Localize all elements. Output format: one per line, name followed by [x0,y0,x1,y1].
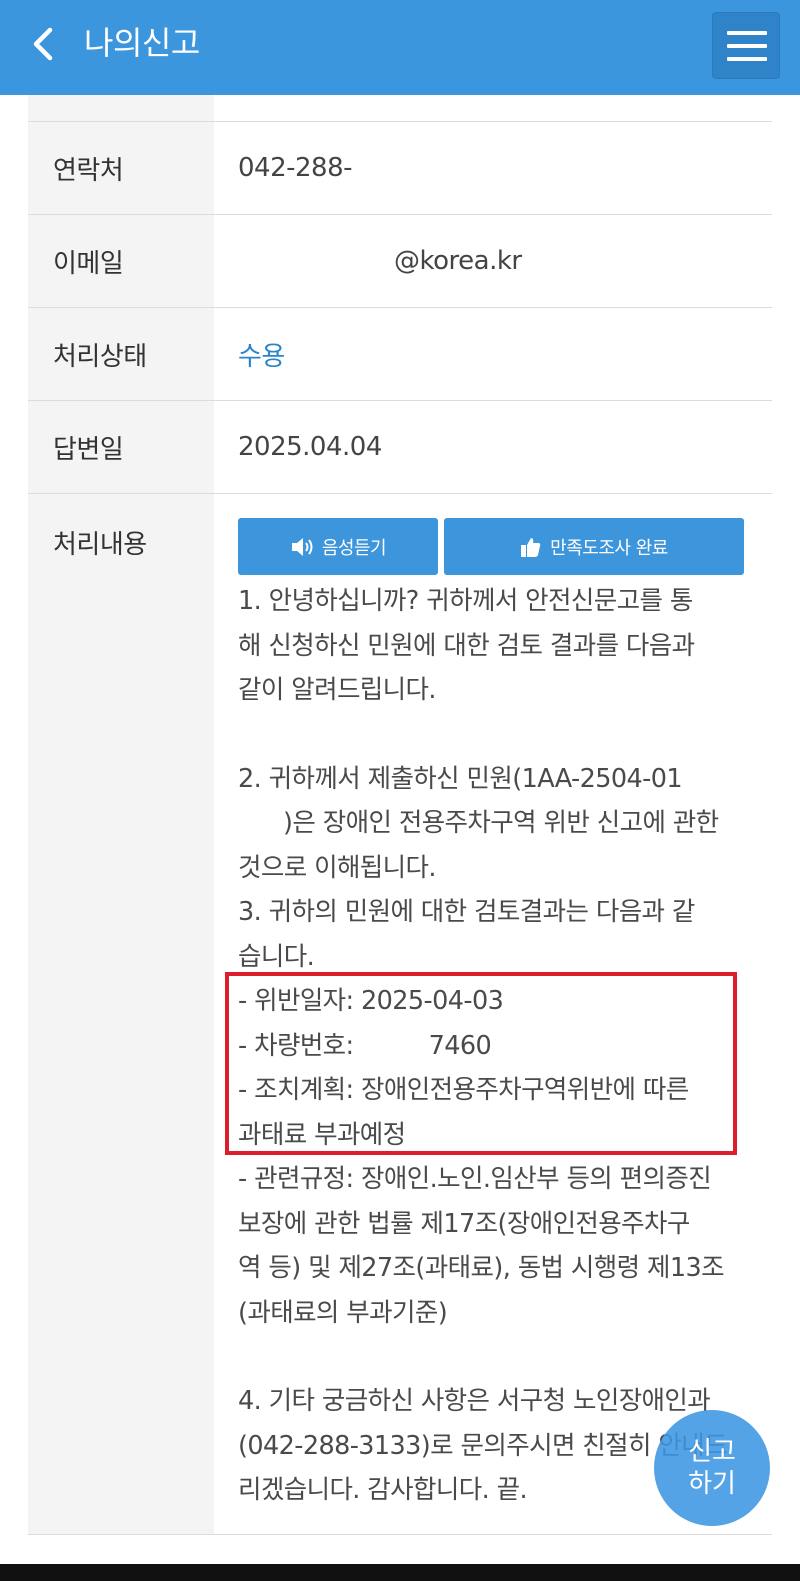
report-fab-button[interactable]: 신고 하기 [654,1410,770,1526]
email-label: 이메일 [28,215,214,307]
status-label: 처리상태 [28,308,214,400]
action-buttons: 음성듣기 만족도조사 완료 [238,518,744,575]
table-row: 이메일 @korea.kr [28,215,772,308]
table-row: 연락처 042-288- [28,122,772,215]
response-line: 같이 알려드립니다. [238,675,437,705]
response-line: 1. 안녕하십니까? 귀하께서 안전신문고를 통 [238,586,693,616]
table-row: 답변일 2025.04.04 [28,401,772,494]
system-navigation-bar [0,1564,800,1581]
speaker-icon [291,537,313,556]
thumbs-up-icon [521,537,541,557]
row-value [214,95,772,121]
rules-line: 역 등) 및 제27조(과태료), 동법 시행령 제13조 [238,1253,725,1283]
email-value: @korea.kr [394,246,522,276]
hamburger-menu-icon[interactable] [712,12,780,79]
status-value: 수용 [238,341,285,372]
back-arrow-icon[interactable] [28,22,68,66]
report-detail-table: 연락처 042-288- 이메일 @korea.kr 처리상태 수용 답변일 2… [28,95,772,1535]
page-title: 나의신고 [84,24,200,62]
content-label: 처리내용 [28,494,214,1534]
highlight-box [225,972,737,1155]
response-line: 해 신청하신 민원에 대한 검토 결과를 다음과 [238,630,695,661]
fab-label-line2: 하기 [688,1469,736,1499]
rules-line: - 관련규정: 장애인.노인.임산부 등의 편의증진 [238,1164,712,1194]
row-label [28,95,214,121]
fab-label-line1: 신고 [688,1437,736,1467]
response-line: )은 장애인 전용주차구역 위반 신고에 관한 [238,808,719,838]
survey-complete-button[interactable]: 만족도조사 완료 [444,518,744,575]
response-line: 3. 귀하의 민원에 대한 검토결과는 다음과 같 [238,897,695,927]
rules-line: (과태료의 부과기준) [238,1297,448,1328]
listen-label: 음성듣기 [321,537,387,559]
survey-label: 만족도조사 완료 [550,537,668,559]
contact-label: 연락처 [28,122,214,214]
app-header: 나의신고 [0,0,800,95]
answer-date-value: 2025.04.04 [238,432,382,462]
rules-line: 보장에 관한 법률 제17조(장애인전용주차구 [238,1208,690,1239]
answer-date-label: 답변일 [28,401,214,493]
listen-button[interactable]: 음성듣기 [238,518,438,575]
table-row: 처리상태 수용 [28,308,772,401]
response-line: 것으로 이해됩니다. [238,852,437,883]
table-row [28,95,772,122]
contact-value: 042-288- [238,153,353,183]
response-line: 2. 귀하께서 제출하신 민원(1AA-2504-01 [238,763,683,794]
